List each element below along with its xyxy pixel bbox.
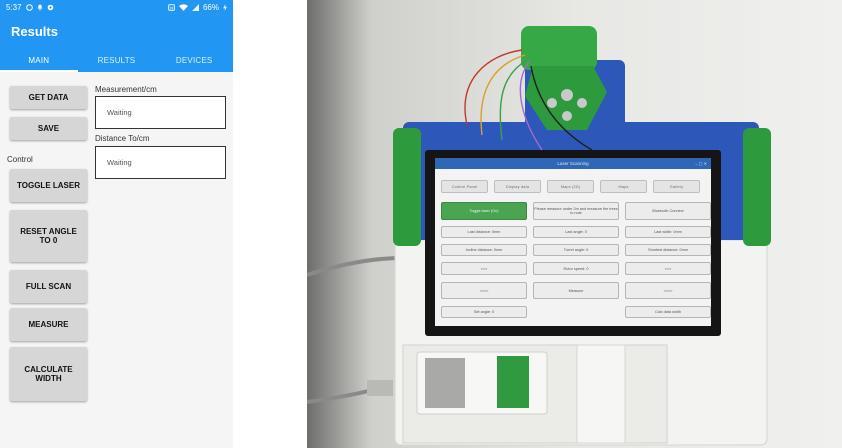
device-incline-distance: Incline distance: 0mm bbox=[441, 244, 527, 256]
control-section-label: Control bbox=[7, 155, 33, 164]
device-turret-angle: Turret angle: 0 bbox=[533, 244, 619, 256]
device-tab-control[interactable]: Control Panel bbox=[441, 180, 488, 193]
battery-percent: 66% bbox=[202, 2, 219, 12]
device-rotor-speed: Rotor speed: 0 bbox=[533, 262, 619, 275]
sensor-lens-2 bbox=[547, 98, 557, 108]
get-data-button[interactable]: GET DATA bbox=[10, 86, 87, 109]
device-last-width: Last width: 0mm bbox=[625, 226, 711, 238]
device-screen-titlebar: Laser Scanning – ▢ ✕ bbox=[435, 158, 711, 169]
toggle-laser-button[interactable]: TOGGLE LASER bbox=[10, 169, 87, 202]
nfc-icon: N bbox=[168, 3, 175, 11]
main-panel: GET DATA SAVE Control TOGGLE LASER RESET… bbox=[0, 72, 233, 448]
side-door bbox=[576, 344, 626, 444]
app-bar: Results bbox=[0, 14, 233, 48]
full-scan-button[interactable]: FULL SCAN bbox=[10, 270, 87, 303]
notification-icon bbox=[37, 4, 42, 11]
sensor-lens-4 bbox=[562, 111, 572, 121]
reset-angle-button[interactable]: RESET ANGLE TO 0 bbox=[10, 210, 87, 262]
device-last-distance: Last distance: 0mm bbox=[441, 226, 527, 238]
device-screen: Laser Scanning – ▢ ✕ Control Panel Displ… bbox=[435, 158, 711, 326]
device-toggle-laser-button[interactable]: Toggle laser (On) bbox=[441, 202, 527, 220]
android-app: 5:37 N 66% Results MAIN RESULTS DEVICES bbox=[0, 0, 233, 448]
measurement-label: Measurement/cm bbox=[95, 85, 157, 94]
device-fast-right-button[interactable]: >>>> bbox=[625, 282, 711, 299]
device-last-angle: Last angle: 0 bbox=[533, 226, 619, 238]
device-set-angle[interactable]: Set angle: 0 bbox=[441, 306, 527, 318]
battery-holder bbox=[425, 358, 465, 408]
device-tab-display[interactable]: Display data bbox=[494, 180, 541, 193]
distance-field[interactable]: Waiting bbox=[95, 146, 226, 179]
device-fast-left-button[interactable]: <<<< bbox=[441, 282, 527, 299]
device-tab-maps[interactable]: Maps bbox=[600, 180, 647, 193]
tab-results[interactable]: RESULTS bbox=[78, 48, 156, 72]
save-button[interactable]: SAVE bbox=[10, 117, 87, 140]
status-bar: 5:37 N 66% bbox=[0, 0, 233, 14]
device-calc-width-button[interactable]: Calc data width bbox=[625, 306, 711, 318]
whatsapp-icon bbox=[25, 3, 33, 11]
window-controls-icon: – ▢ ✕ bbox=[695, 161, 707, 166]
right-green-bumper bbox=[743, 128, 771, 246]
svg-text:N: N bbox=[170, 5, 173, 10]
measurement-field[interactable]: Waiting bbox=[95, 96, 226, 129]
device-photo: Laser Scanning – ▢ ✕ Control Panel Displ… bbox=[307, 0, 842, 448]
turret-top bbox=[521, 26, 597, 70]
screenshot: 5:37 N 66% Results MAIN RESULTS DEVICES bbox=[0, 0, 842, 448]
usb-plug bbox=[367, 380, 393, 396]
device-screen-title: Laser Scanning bbox=[557, 161, 589, 166]
page-title: Results bbox=[11, 23, 58, 39]
tab-bar: MAIN RESULTS DEVICES bbox=[0, 48, 233, 72]
tab-main[interactable]: MAIN bbox=[0, 48, 78, 72]
charging-icon bbox=[223, 3, 227, 11]
tab-devices[interactable]: DEVICES bbox=[155, 48, 233, 72]
sensor-lens-1 bbox=[561, 89, 573, 101]
wifi-icon bbox=[178, 3, 188, 11]
device-tab-gallery[interactable]: Gallery bbox=[653, 180, 700, 193]
device-rotate-right-button[interactable]: >>> bbox=[625, 262, 711, 275]
sensor-lens-3 bbox=[577, 98, 587, 108]
distance-label: Distance To/cm bbox=[95, 134, 150, 143]
status-time: 5:37 bbox=[6, 2, 22, 12]
calculate-width-button[interactable]: CALCULATE WIDTH bbox=[10, 347, 87, 401]
app-icon bbox=[47, 4, 53, 10]
device-measure-button[interactable]: Measure bbox=[533, 282, 619, 299]
green-pcb bbox=[497, 356, 529, 408]
left-green-bumper bbox=[393, 128, 421, 246]
device-rotate-left-button[interactable]: <<< bbox=[441, 262, 527, 275]
device-shortest-distance: Shortest distance: 0mm bbox=[625, 244, 711, 256]
device-instruction-text: Please measure under 2m and measure the … bbox=[533, 202, 619, 220]
device-bluetooth-button[interactable]: Bluetooth Connect bbox=[625, 202, 711, 220]
device-tab-maps2d[interactable]: Maps (2D) bbox=[547, 180, 594, 193]
measure-button[interactable]: MEASURE bbox=[10, 308, 87, 341]
signal-icon bbox=[191, 3, 199, 11]
